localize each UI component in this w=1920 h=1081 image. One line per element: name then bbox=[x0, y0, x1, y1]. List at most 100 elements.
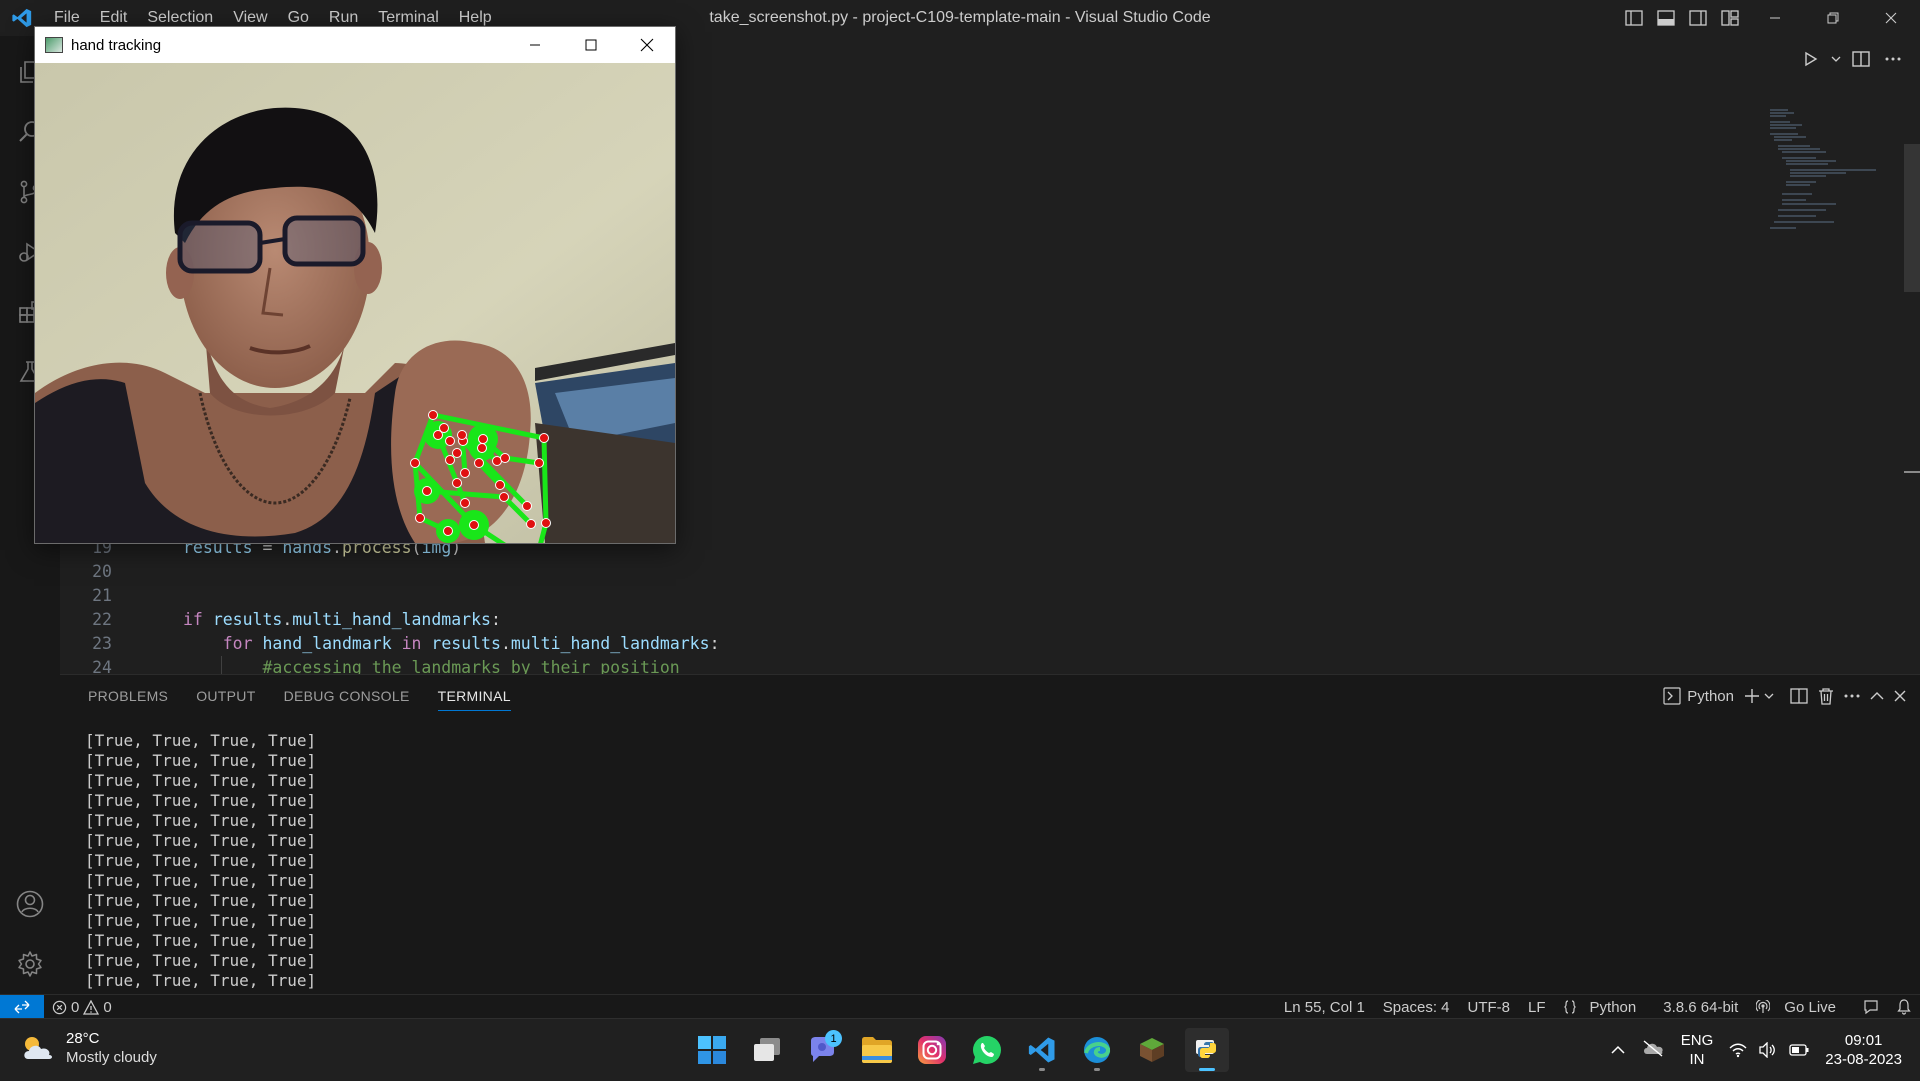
onedrive-offline-icon[interactable] bbox=[1641, 1039, 1665, 1061]
bottom-panel: PROBLEMS OUTPUT DEBUG CONSOLE TERMINAL P… bbox=[60, 674, 1920, 994]
problems-status[interactable]: 0 0 bbox=[52, 995, 112, 1019]
windows-logo-icon bbox=[698, 1036, 726, 1064]
maximize-panel-chevron-up-icon[interactable] bbox=[1870, 684, 1884, 708]
line-number: 21 bbox=[92, 586, 112, 605]
cv-close-icon[interactable] bbox=[619, 27, 675, 63]
customize-layout-icon[interactable] bbox=[1714, 0, 1746, 36]
file-explorer-button[interactable] bbox=[855, 1028, 899, 1072]
language-label: Python bbox=[1589, 998, 1637, 1016]
tab-output[interactable]: OUTPUT bbox=[182, 675, 269, 717]
terminal-selector[interactable]: Python bbox=[1663, 684, 1734, 708]
landmark-connection bbox=[541, 435, 549, 526]
kill-terminal-trash-icon[interactable] bbox=[1818, 684, 1834, 708]
minimap[interactable] bbox=[1766, 106, 1886, 256]
close-panel-icon[interactable] bbox=[1894, 684, 1906, 708]
task-view-button[interactable] bbox=[745, 1028, 789, 1072]
error-count: 0 bbox=[71, 998, 80, 1016]
whatsapp-icon bbox=[973, 1036, 1001, 1064]
landmark-point bbox=[445, 455, 455, 465]
line-number: 22 bbox=[92, 610, 112, 629]
landmark-point bbox=[460, 468, 470, 478]
tab-terminal[interactable]: TERMINAL bbox=[424, 675, 525, 717]
terminal-line: [True, True, True, True] bbox=[85, 851, 317, 870]
landmark-point bbox=[410, 458, 420, 468]
terminal-output[interactable]: [True, True, True, True] [True, True, Tru… bbox=[85, 731, 316, 991]
cloudy-weather-icon bbox=[24, 1037, 52, 1059]
clock[interactable]: 09:01 23-08-2023 bbox=[1825, 1031, 1902, 1069]
feedback-icon[interactable] bbox=[1854, 999, 1888, 1015]
restore-window-icon[interactable] bbox=[1804, 0, 1862, 36]
accounts-icon[interactable] bbox=[0, 874, 60, 934]
tab-debug-console[interactable]: DEBUG CONSOLE bbox=[270, 675, 424, 717]
minimize-window-icon[interactable] bbox=[1746, 0, 1804, 36]
panel-more-actions-icon[interactable] bbox=[1844, 684, 1860, 708]
start-button[interactable] bbox=[690, 1028, 734, 1072]
language-primary: ENG bbox=[1680, 1032, 1714, 1049]
show-hidden-icons-chevron-icon[interactable] bbox=[1611, 1042, 1625, 1059]
cv-minimize-icon[interactable] bbox=[507, 27, 563, 63]
terminal-line: [True, True, True, True] bbox=[85, 831, 317, 850]
instagram-button[interactable] bbox=[910, 1028, 954, 1072]
landmark-point bbox=[452, 448, 462, 458]
run-options-chevron-icon[interactable] bbox=[1830, 46, 1842, 72]
cursor-position[interactable]: Ln 55, Col 1 bbox=[1275, 999, 1374, 1016]
tab-problems[interactable]: PROBLEMS bbox=[74, 675, 182, 717]
teams-chat-button[interactable]: 1 bbox=[800, 1028, 844, 1072]
toggle-secondary-sidebar-icon[interactable] bbox=[1682, 0, 1714, 36]
encoding[interactable]: UTF-8 bbox=[1459, 999, 1520, 1016]
hand-tracking-window[interactable]: hand tracking bbox=[34, 26, 676, 544]
end-of-line[interactable]: LF bbox=[1519, 999, 1555, 1016]
landmark-point bbox=[452, 478, 462, 488]
new-terminal-plus-icon[interactable] bbox=[1744, 684, 1760, 708]
input-language-indicator[interactable]: ENG IN bbox=[1681, 1031, 1714, 1069]
notifications-bell-icon[interactable] bbox=[1888, 999, 1920, 1015]
terminal-line: [True, True, True, True] bbox=[85, 911, 317, 930]
running-indicator bbox=[1094, 1068, 1100, 1071]
code-text: for hand_landmark in results.multi_hand_… bbox=[183, 632, 720, 656]
toggle-primary-sidebar-icon[interactable] bbox=[1618, 0, 1650, 36]
code-token: : bbox=[490, 610, 501, 629]
error-icon bbox=[52, 1000, 67, 1014]
split-editor-icon[interactable] bbox=[1848, 46, 1874, 72]
split-terminal-icon[interactable] bbox=[1790, 684, 1808, 708]
editor-scrollbar-thumb[interactable] bbox=[1904, 144, 1920, 292]
more-actions-icon[interactable] bbox=[1880, 46, 1906, 72]
whatsapp-button[interactable] bbox=[965, 1028, 1009, 1072]
close-window-icon[interactable] bbox=[1862, 0, 1920, 36]
landmark-point bbox=[469, 520, 479, 530]
go-live-button[interactable]: Go Live bbox=[1747, 999, 1854, 1016]
indentation[interactable]: Spaces: 4 bbox=[1374, 999, 1459, 1016]
language-mode[interactable]: Python bbox=[1555, 999, 1655, 1016]
landmark-point bbox=[422, 486, 432, 496]
code-token: . bbox=[500, 634, 511, 653]
quick-settings[interactable] bbox=[1729, 1042, 1809, 1058]
code-token: results bbox=[212, 610, 283, 629]
vscode-taskbar-button[interactable] bbox=[1020, 1028, 1064, 1072]
hand-tracking-titlebar[interactable]: hand tracking bbox=[35, 27, 675, 63]
python-interpreter[interactable]: 3.8.6 64-bit bbox=[1654, 999, 1747, 1016]
python-taskbar-button[interactable] bbox=[1185, 1028, 1229, 1072]
landmark-point bbox=[474, 458, 484, 468]
remote-window-icon[interactable] bbox=[0, 995, 44, 1019]
landmark-point bbox=[526, 519, 536, 529]
manage-gear-icon[interactable] bbox=[0, 934, 60, 994]
minecraft-button[interactable] bbox=[1130, 1028, 1174, 1072]
weather-condition: Mostly cloudy bbox=[66, 1049, 157, 1066]
landmark-point bbox=[495, 480, 505, 490]
landmark-point bbox=[478, 434, 488, 444]
folder-icon bbox=[862, 1037, 892, 1063]
cv-maximize-icon[interactable] bbox=[563, 27, 619, 63]
windows-taskbar: 28°C Mostly cloudy 1 ENG IN 09:01 23-08-… bbox=[0, 1018, 1920, 1080]
weather-widget[interactable]: 28°C Mostly cloudy bbox=[20, 1029, 157, 1067]
code-token: : bbox=[709, 634, 720, 653]
code-token: multi_hand_landmarks bbox=[292, 610, 491, 629]
vscode-icon bbox=[1028, 1037, 1055, 1063]
run-python-file-icon[interactable] bbox=[1798, 46, 1824, 72]
launch-profile-chevron-icon[interactable] bbox=[1764, 684, 1774, 708]
landmark-point bbox=[457, 430, 467, 440]
toggle-panel-icon[interactable] bbox=[1650, 0, 1682, 36]
edge-button[interactable] bbox=[1075, 1028, 1119, 1072]
